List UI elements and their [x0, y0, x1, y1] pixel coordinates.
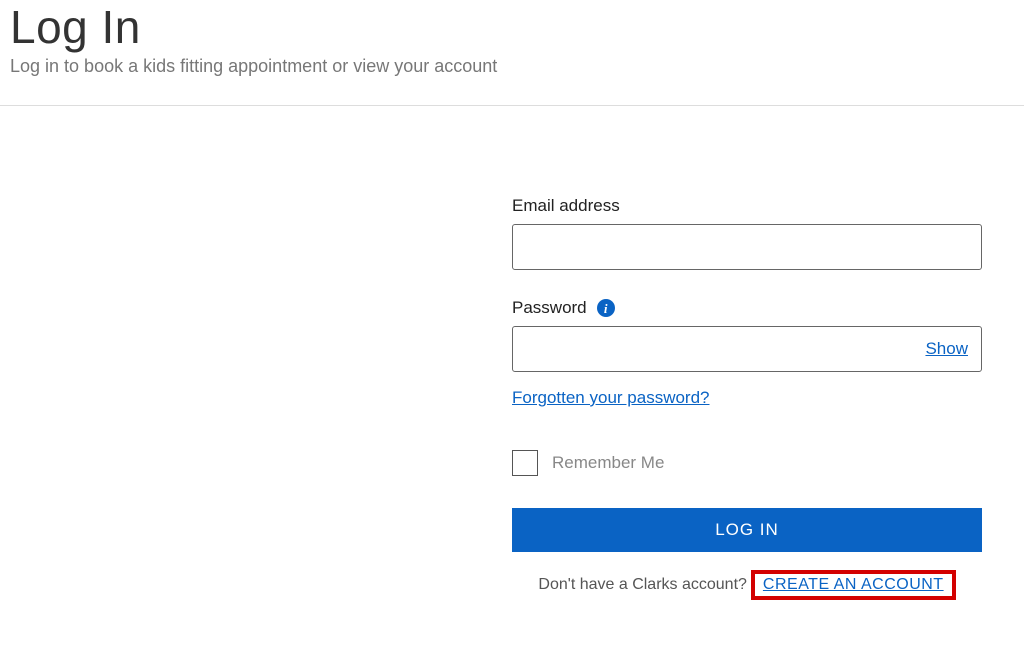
create-account-link[interactable]: CREATE AN ACCOUNT	[763, 576, 944, 593]
password-input[interactable]	[512, 326, 982, 372]
create-account-highlight: CREATE AN ACCOUNT	[751, 570, 956, 600]
password-field-group: Password i Show Forgotten your password?	[512, 298, 982, 408]
login-form: Email address Password i Show Forgotten …	[512, 196, 982, 600]
email-input[interactable]	[512, 224, 982, 270]
show-password-toggle[interactable]: Show	[925, 337, 968, 361]
password-label: Password	[512, 298, 587, 318]
page-title: Log In	[10, 0, 1024, 54]
login-button[interactable]: LOG IN	[512, 508, 982, 552]
header-divider	[0, 105, 1024, 106]
email-label: Email address	[512, 196, 620, 216]
email-field-group: Email address	[512, 196, 982, 270]
remember-me-checkbox[interactable]	[512, 450, 538, 476]
signup-prompt: Don't have a Clarks account?	[538, 576, 747, 594]
info-icon[interactable]: i	[597, 299, 615, 317]
signup-row: Don't have a Clarks account? CREATE AN A…	[512, 570, 982, 600]
page-subtitle: Log in to book a kids fitting appointmen…	[10, 56, 1024, 77]
remember-me-row: Remember Me	[512, 450, 982, 476]
forgot-password-link[interactable]: Forgotten your password?	[512, 388, 710, 408]
remember-me-label: Remember Me	[552, 453, 664, 473]
